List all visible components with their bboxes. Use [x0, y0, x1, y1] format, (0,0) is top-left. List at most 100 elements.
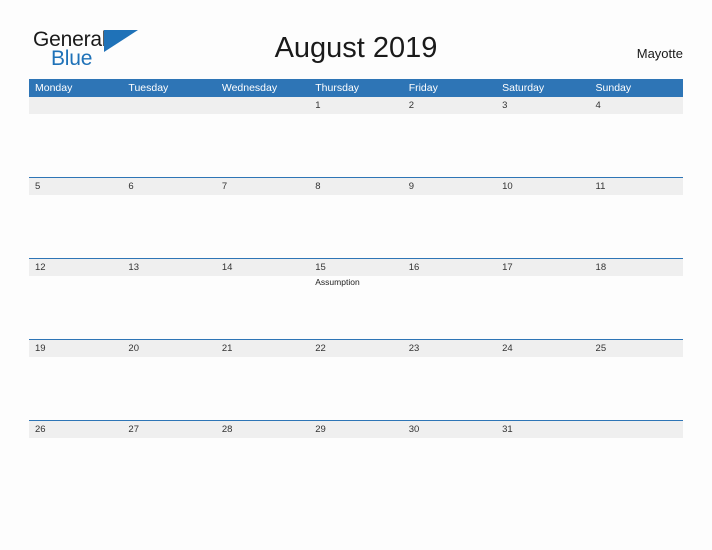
calendar-day-events[interactable]: Assumption	[309, 276, 402, 339]
day-of-week-friday: Friday	[408, 82, 438, 94]
calendar-week-row: 1234	[29, 97, 683, 177]
day-of-week-saturday: Saturday	[502, 82, 545, 94]
calendar-day-events[interactable]	[29, 114, 122, 177]
calendar-day-events[interactable]	[216, 438, 309, 501]
calendar-day-events[interactable]	[496, 438, 589, 501]
day-of-week-monday: Monday	[35, 82, 73, 94]
calendar-day-number[interactable]: 19	[29, 340, 122, 357]
calendar-day-number[interactable]: 14	[216, 259, 309, 276]
calendar-day-events[interactable]	[403, 114, 496, 177]
calendar-day-events[interactable]	[403, 195, 496, 258]
calendar-event-band: Assumption	[29, 276, 683, 339]
calendar-date-band: 26 27 28 29 30 31	[29, 421, 683, 438]
calendar-day-number[interactable]: 8	[309, 178, 402, 195]
day-of-week-wednesday: Wednesday	[221, 82, 278, 94]
calendar-day-number[interactable]: 7	[216, 178, 309, 195]
calendar-day-number[interactable]: 17	[496, 259, 589, 276]
day-of-week-thursday: Thursday	[315, 82, 360, 94]
calendar-week-row: 12 13 14 15 16 17 18 Assumption	[29, 258, 683, 339]
calendar-day-number[interactable]: 3	[496, 97, 589, 114]
calendar-date-band: 19 20 21 22 23 24 25	[29, 340, 683, 357]
calendar-day-number[interactable]: 9	[403, 178, 496, 195]
calendar-day-events[interactable]	[590, 276, 683, 339]
calendar-day-events[interactable]	[496, 114, 589, 177]
calendar-day-events[interactable]	[29, 438, 122, 501]
calendar-day-number[interactable]	[122, 97, 215, 114]
calendar-day-events[interactable]	[496, 357, 589, 420]
calendar-day-number[interactable]: 21	[216, 340, 309, 357]
calendar-day-number[interactable]: 15	[309, 259, 402, 276]
calendar-day-number[interactable]: 16	[403, 259, 496, 276]
calendar-day-number[interactable]: 13	[122, 259, 215, 276]
calendar-day-events[interactable]	[403, 276, 496, 339]
calendar-day-events[interactable]	[122, 195, 215, 258]
calendar-day-events[interactable]	[29, 357, 122, 420]
calendar-day-events[interactable]	[403, 438, 496, 501]
calendar-day-events[interactable]	[590, 195, 683, 258]
calendar-day-number[interactable]: 12	[29, 259, 122, 276]
calendar-day-number[interactable]: 26	[29, 421, 122, 438]
page-header: General Blue August 2019 Mayotte	[0, 0, 712, 76]
calendar-day-number[interactable]: 31	[496, 421, 589, 438]
calendar-day-events[interactable]	[216, 276, 309, 339]
calendar-day-events[interactable]	[403, 357, 496, 420]
calendar-day-number[interactable]: 25	[590, 340, 683, 357]
calendar-day-number[interactable]: 27	[122, 421, 215, 438]
calendar-day-number[interactable]: 2	[403, 97, 496, 114]
calendar-day-events[interactable]	[309, 357, 402, 420]
calendar-day-number[interactable]: 29	[309, 421, 402, 438]
calendar-day-events[interactable]	[309, 195, 402, 258]
calendar-page: General Blue August 2019 Mayotte Monday …	[0, 0, 712, 550]
calendar-day-number[interactable]: 1	[309, 97, 402, 114]
calendar-event-band	[29, 438, 683, 501]
location-label: Mayotte	[636, 46, 683, 61]
calendar-day-events[interactable]	[122, 357, 215, 420]
calendar-week-row: 19 20 21 22 23 24 25	[29, 339, 683, 420]
page-title: August 2019	[274, 32, 438, 64]
calendar-date-band: 12 13 14 15 16 17 18	[29, 259, 683, 276]
calendar-day-number[interactable]: 24	[496, 340, 589, 357]
day-of-week-tuesday: Tuesday	[128, 82, 169, 94]
calendar-day-number[interactable]: 18	[590, 259, 683, 276]
calendar-day-events[interactable]	[496, 276, 589, 339]
calendar-day-number[interactable]: 4	[590, 97, 683, 114]
calendar-date-band: 1234	[29, 97, 683, 114]
day-of-week-sunday: Sunday	[595, 82, 632, 94]
calendar-week-row: 26 27 28 29 30 31	[29, 420, 683, 501]
calendar-day-number[interactable]: 22	[309, 340, 402, 357]
calendar-day-events[interactable]	[309, 438, 402, 501]
calendar-day-events[interactable]	[590, 438, 683, 501]
calendar-day-number[interactable]	[29, 97, 122, 114]
day-of-week-header: Monday Tuesday Wednesday Thursday Friday…	[29, 79, 683, 97]
calendar-event-label: Assumption	[315, 277, 360, 287]
calendar-event-band	[29, 195, 683, 258]
calendar-day-events[interactable]	[122, 438, 215, 501]
calendar-day-number[interactable]: 23	[403, 340, 496, 357]
calendar-day-events[interactable]	[29, 276, 122, 339]
calendar-event-band	[29, 114, 683, 177]
calendar-day-events[interactable]	[309, 114, 402, 177]
calendar-day-number[interactable]: 28	[216, 421, 309, 438]
calendar-day-events[interactable]	[122, 276, 215, 339]
calendar-day-events[interactable]	[590, 114, 683, 177]
calendar-week-row: 5 6 7 8 9 10 11	[29, 177, 683, 258]
calendar-day-events[interactable]	[216, 114, 309, 177]
calendar-event-band	[29, 357, 683, 420]
calendar-day-number[interactable]: 30	[403, 421, 496, 438]
calendar-day-events[interactable]	[216, 195, 309, 258]
calendar-date-band: 5 6 7 8 9 10 11	[29, 178, 683, 195]
calendar-day-events[interactable]	[216, 357, 309, 420]
calendar-day-number[interactable]: 6	[122, 178, 215, 195]
calendar-day-number[interactable]: 10	[496, 178, 589, 195]
calendar-day-events[interactable]	[496, 195, 589, 258]
calendar-day-events[interactable]	[29, 195, 122, 258]
calendar-grid: Monday Tuesday Wednesday Thursday Friday…	[29, 79, 683, 501]
calendar-day-number[interactable]: 11	[590, 178, 683, 195]
calendar-day-number[interactable]	[216, 97, 309, 114]
calendar-weeks: 1 2 3 4 5 6 7 8 9 10 11 12 13 14 15 16 17 18 Assumption 19 2…	[29, 97, 683, 501]
calendar-day-events[interactable]	[590, 357, 683, 420]
calendar-day-number[interactable]: 20	[122, 340, 215, 357]
calendar-day-number[interactable]: 5	[29, 178, 122, 195]
calendar-day-number[interactable]	[590, 421, 683, 438]
calendar-day-events[interactable]	[122, 114, 215, 177]
